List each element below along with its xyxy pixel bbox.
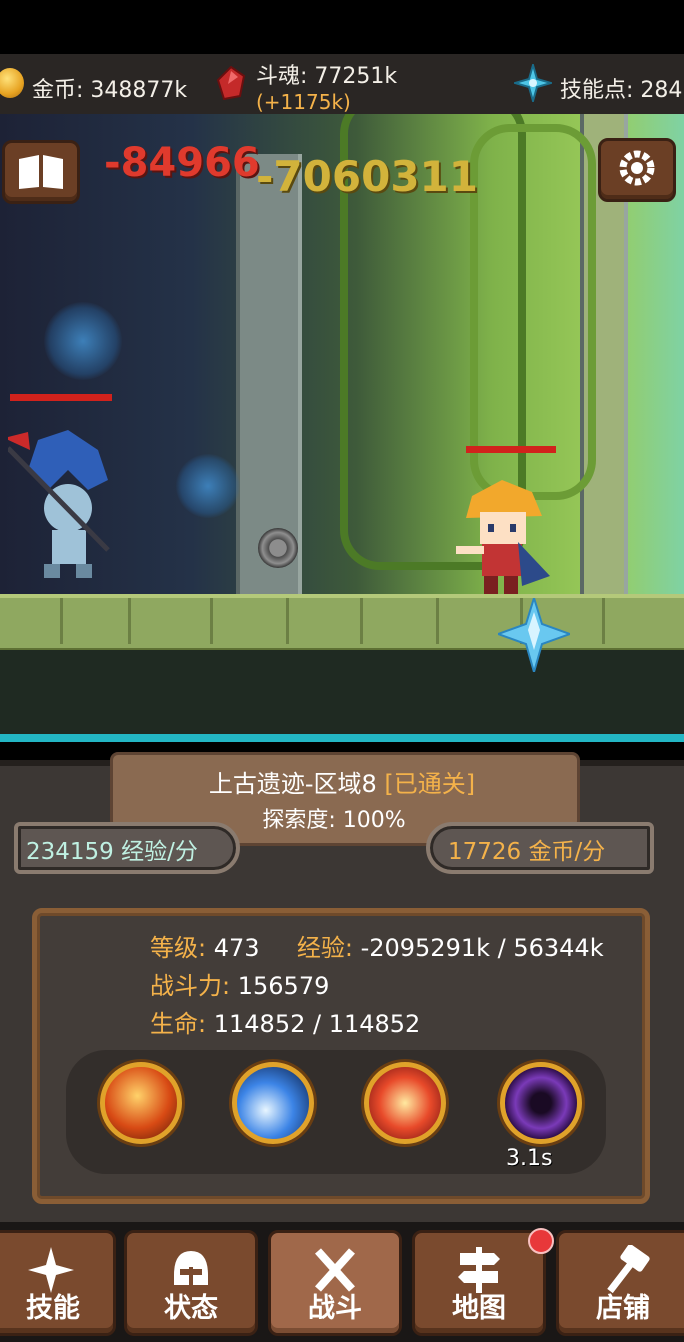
level-line: 等级: 473 经验: -2095291k / 56344k [150, 928, 604, 963]
power-key: 战斗力: [150, 972, 231, 1000]
skill-cooldown: 3.1s [506, 1146, 553, 1171]
cleared-badge: [已通关] [384, 770, 476, 798]
hp-key: 生命: [150, 1010, 207, 1038]
power-line: 战斗力: 156579 [150, 966, 329, 1001]
tab-map-label: 地图 [452, 1293, 506, 1324]
sawblade-projectile [258, 528, 298, 568]
gear-icon [619, 150, 655, 186]
hero-sprite [456, 480, 550, 594]
ice-comet-skill-icon[interactable] [232, 1062, 314, 1144]
soul-amount-value: 斗魂: 77251k [256, 64, 398, 89]
area-title: 上古遗迹-区域8 [已通关] [0, 764, 684, 799]
water-strip [0, 734, 684, 742]
soul-amount: 斗魂: 77251k (+1175k) [256, 58, 397, 114]
gold-amount: 金币: 348877k [32, 78, 188, 103]
power-value: 156579 [237, 972, 330, 1000]
soul-gem-icon [216, 66, 246, 100]
ice-crystal-effect [498, 598, 570, 672]
hero-hp-bar [466, 446, 556, 453]
battle-scene [0, 114, 684, 742]
settings-button[interactable] [598, 138, 676, 202]
skill-point-star-icon [514, 64, 552, 102]
tab-shop-label: 店铺 [596, 1293, 650, 1324]
exp-value: -2095291k / 56344k [360, 934, 604, 962]
fire-skill-icon[interactable] [100, 1062, 182, 1144]
notification-dot [528, 1228, 554, 1254]
exp-key: 经验: [296, 934, 353, 962]
tab-status-label: 状态 [164, 1293, 218, 1324]
tab-battle[interactable]: 战斗 [268, 1230, 402, 1336]
book-icon [19, 155, 63, 189]
stone-floor [0, 594, 684, 654]
ghost-enemy-sprite [8, 430, 110, 578]
tab-skills[interactable]: 技能 [0, 1230, 116, 1336]
damage-number-gold: -7060311 [256, 152, 478, 201]
hp-value: 114852 / 114852 [213, 1010, 421, 1038]
tab-status[interactable]: 状态 [124, 1230, 258, 1336]
area-name: 上古遗迹-区域8 [208, 770, 377, 798]
enemy-hp-bar [10, 394, 112, 401]
skill-points: 技能点: 284 [560, 78, 683, 103]
exp-rate: 234159 经验/分 [14, 822, 240, 874]
tab-map[interactable]: 地图 [412, 1230, 546, 1336]
codex-button[interactable] [2, 140, 80, 204]
tab-skills-label: 技能 [26, 1293, 80, 1324]
level-key: 等级: [150, 934, 207, 962]
tab-battle-label: 战斗 [308, 1293, 362, 1324]
hp-line: 生命: 114852 / 114852 [150, 1004, 420, 1039]
tab-shop[interactable]: 店铺 [556, 1230, 684, 1336]
gold-rate: 17726 金币/分 [426, 822, 654, 874]
slash-skill-icon[interactable] [364, 1062, 446, 1144]
soul-gain: (+1175k) [256, 90, 351, 114]
level-value: 473 [213, 934, 260, 962]
damage-number-red: -84966 [104, 140, 260, 186]
vortex-skill-icon[interactable] [500, 1062, 582, 1144]
